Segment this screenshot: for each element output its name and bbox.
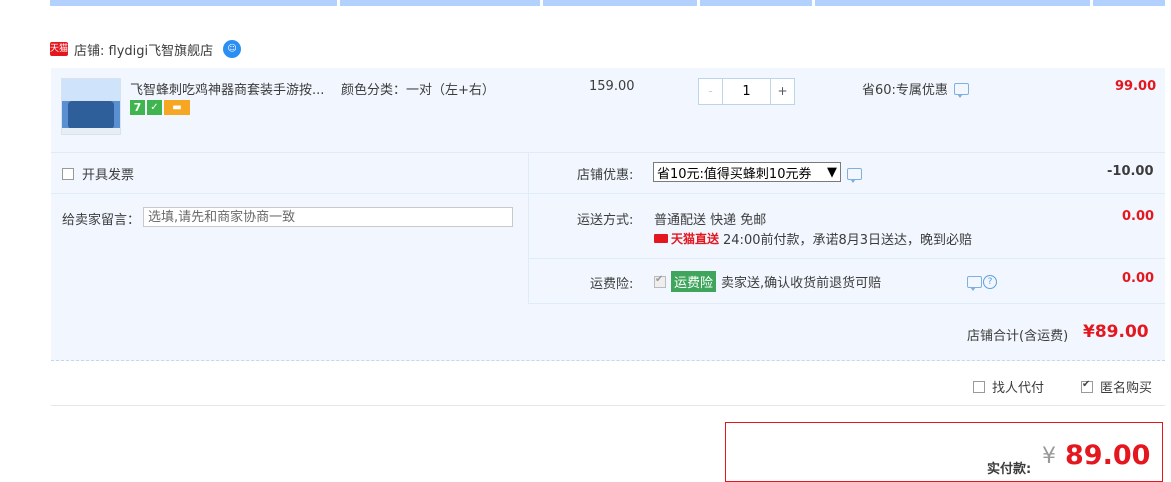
insurance-icons: ? (967, 275, 997, 291)
shipping-method: 普通配送 快递 免邮 (654, 213, 767, 228)
item-subtotal: 99.00 (1115, 79, 1157, 94)
memo-label: 给卖家留言： (62, 213, 141, 228)
anonymous-purchase-option[interactable]: 匿名购买 (1081, 377, 1152, 396)
message-icon[interactable] (953, 82, 969, 98)
anonymous-purchase-label: 匿名购买 (1100, 381, 1153, 396)
header-divider (337, 0, 340, 6)
message-icon[interactable] (967, 276, 982, 291)
insurance-text: 卖家送,确认收货前退货可赔 (721, 276, 882, 291)
shop-discount-select[interactable]: 省10元:值得买蜂刺10元券 ▼ (653, 162, 841, 182)
insurance-checkbox (654, 274, 666, 288)
product-service-badges: 7 ✓ ▬ (130, 100, 190, 115)
guarantee-shield-icon[interactable]: ✓ (147, 100, 162, 115)
quantity-stepper: - + (698, 78, 795, 105)
tmall-direct-badge: 天猫直送 (654, 230, 719, 247)
currency-symbol: ¥ (1042, 444, 1056, 469)
proxy-pay-label: 找人代付 (992, 381, 1045, 396)
message-icon[interactable] (847, 168, 862, 183)
shop-total-label: 店铺合计(含运费) (967, 329, 1069, 344)
increase-quantity-button[interactable]: + (770, 79, 794, 104)
tmall-icon: 天猫 (50, 42, 69, 56)
insurance-amount: 0.00 (1122, 271, 1155, 286)
shipping-promise: 天猫直送 24:00前付款，承诺8月3日送达，晚到必赔 (654, 229, 972, 248)
shop-discount-label: 店铺优惠: (577, 168, 634, 183)
header-divider (697, 0, 700, 6)
anonymous-purchase-checkbox[interactable] (1081, 379, 1093, 393)
shipping-label: 运送方式: (577, 213, 634, 228)
order-header-line (50, 0, 1165, 6)
shop-total-amount: ¥89.00 (1083, 322, 1149, 342)
truck-icon (654, 234, 668, 243)
proxy-pay-checkbox[interactable] (973, 380, 985, 393)
thumbnail-controller (68, 101, 114, 129)
divider (51, 405, 1165, 406)
header-divider (812, 0, 815, 6)
help-icon[interactable]: ? (983, 275, 997, 289)
promotion-text: 省60:专属优惠 (862, 83, 948, 98)
seven-day-return-icon[interactable]: 7 (130, 100, 145, 115)
header-divider (1090, 0, 1093, 6)
shop-header: 天猫 店铺: flydigi飞智旗舰店 ☺ (50, 38, 242, 60)
product-title-link[interactable]: 飞智蜂刺吃鸡神器商套装手游按... (130, 79, 330, 98)
invoice-label: 开具发票 (82, 168, 135, 183)
actual-payment-label: 实付款: (987, 462, 1032, 477)
insurance-tag: 运费险 (671, 271, 717, 292)
shop-discount-value: 省10元:值得买蜂刺10元券 (657, 166, 812, 182)
seller-memo-input[interactable] (143, 207, 513, 227)
product-thumbnail[interactable] (61, 78, 121, 135)
invoice-checkbox[interactable] (62, 167, 74, 180)
insurance-label: 运费险: (590, 277, 634, 292)
shop-discount-amount: -10.00 (1107, 164, 1154, 179)
actual-payment-amount: 89.00 (1065, 440, 1151, 471)
quantity-input[interactable] (723, 79, 770, 104)
header-divider (540, 0, 543, 6)
item-promotion: 省60:专属优惠 (862, 79, 969, 98)
wangwang-chat-icon[interactable]: ☺ (223, 40, 242, 58)
shipping-amount: 0.00 (1122, 209, 1155, 224)
shipping-promise-text: 24:00前付款，承诺8月3日送达，晚到必赔 (723, 233, 973, 248)
product-sku: 颜色分类：一对（左+右） (341, 83, 495, 98)
thumbnail-footer (62, 128, 120, 134)
tmall-direct-label: 天猫直送 (671, 232, 720, 246)
thumbnail-sky (62, 79, 120, 101)
insurance-option: 运费险 卖家送,确认收货前退货可赔 (654, 271, 881, 292)
chevron-down-icon: ▼ (827, 164, 837, 180)
credit-card-icon[interactable]: ▬ (164, 100, 190, 115)
shop-name-link[interactable]: 店铺: flydigi飞智旗舰店 (74, 40, 213, 59)
invoice-option[interactable]: 开具发票 (62, 164, 134, 183)
proxy-pay-option[interactable]: 找人代付 (973, 377, 1044, 396)
decrease-quantity-button[interactable]: - (699, 79, 723, 104)
unit-price: 159.00 (589, 79, 635, 94)
